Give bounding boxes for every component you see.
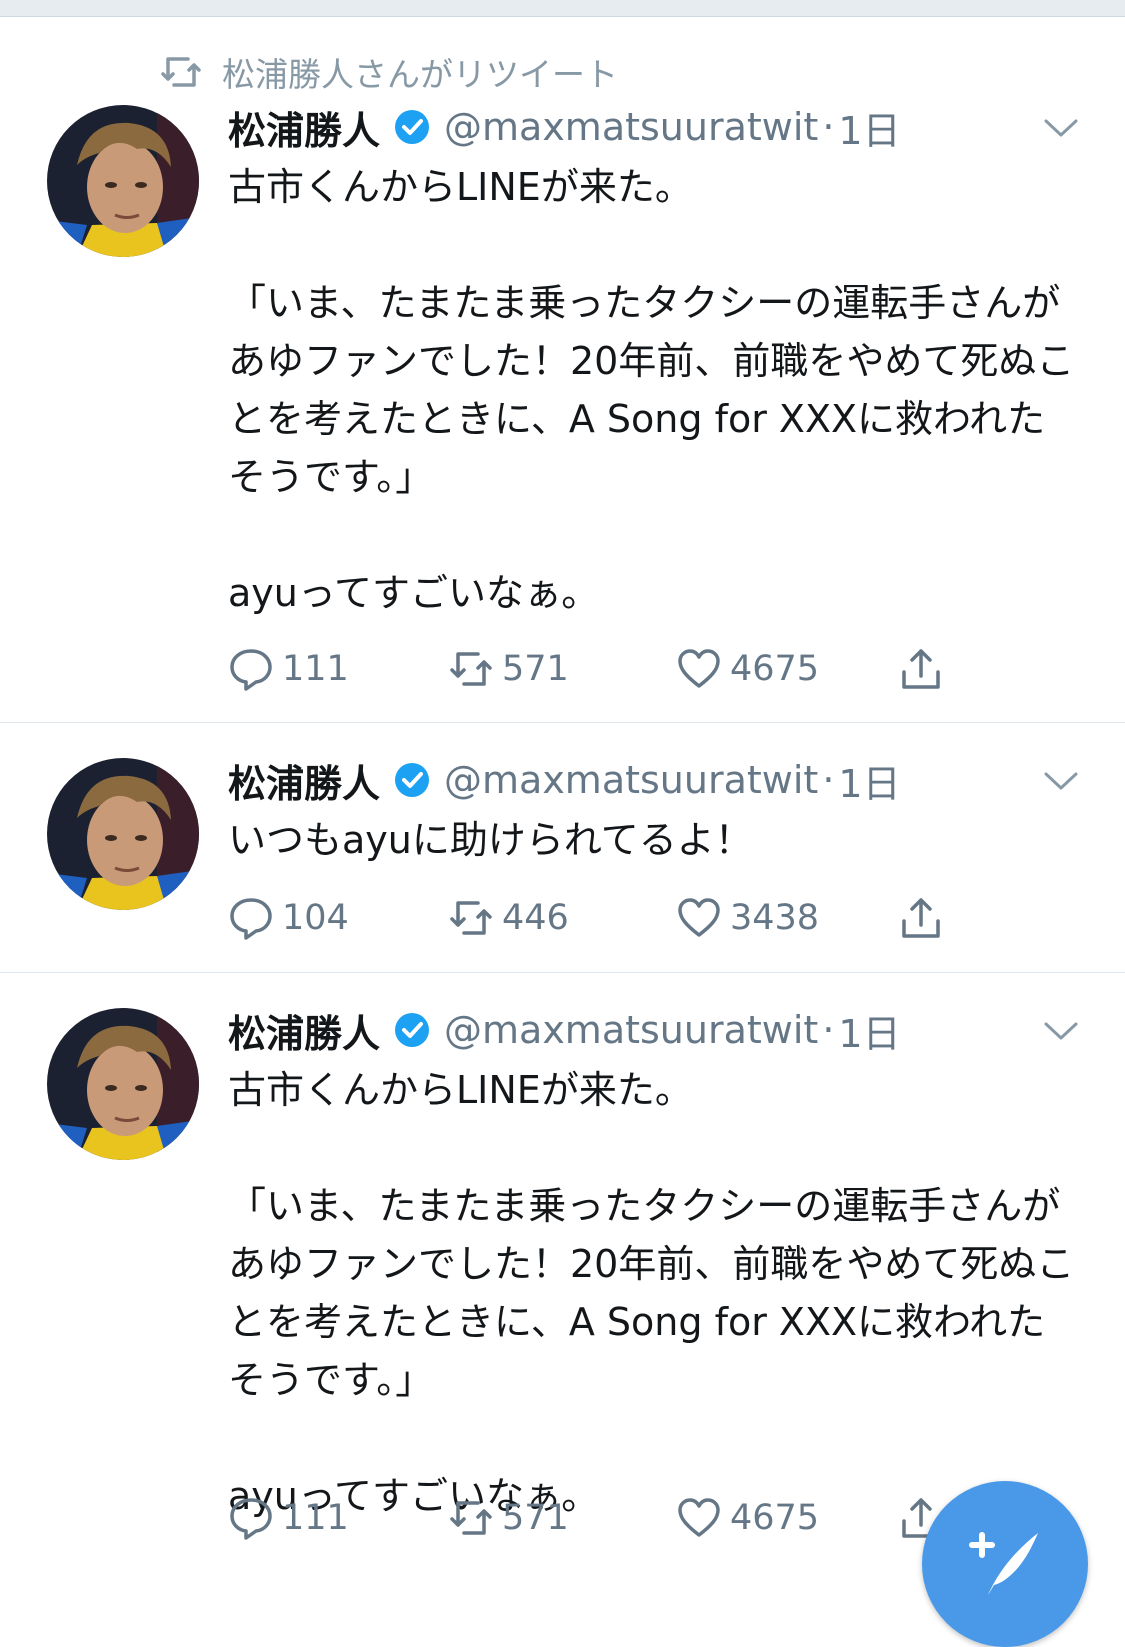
retweet-button[interactable]: 446 xyxy=(448,893,569,943)
tweet-text: いつもayuに助けられてるよ！ xyxy=(228,818,753,862)
timestamp[interactable]: 1日 xyxy=(838,100,900,155)
chevron-down-icon[interactable] xyxy=(1043,769,1079,793)
retweet-icon xyxy=(161,57,201,87)
verified-badge-icon xyxy=(395,1013,430,1047)
display-name[interactable]: 松浦勝人 xyxy=(228,753,380,808)
reply-count: 111 xyxy=(282,649,349,689)
display-name[interactable]: 松浦勝人 xyxy=(228,100,380,155)
like-count: 4675 xyxy=(730,1498,820,1538)
display-name[interactable]: 松浦勝人 xyxy=(228,1003,380,1058)
retweet-icon xyxy=(450,1501,492,1535)
retweet-count: 446 xyxy=(502,898,569,938)
share-icon xyxy=(902,649,940,689)
tweet-header: 松浦勝人 @maxmatsuuratwit · 1日 xyxy=(228,1003,901,1058)
tweet-actions: 104 446 3438 xyxy=(228,893,968,943)
chevron-down-icon[interactable] xyxy=(1043,1019,1079,1043)
compose-tweet-icon xyxy=(969,1532,1038,1595)
separator-dot: · xyxy=(822,105,835,149)
separator-dot: · xyxy=(822,1008,835,1052)
heart-icon xyxy=(678,898,720,937)
retweet-count: 571 xyxy=(502,1498,569,1538)
reply-button[interactable]: 111 xyxy=(228,644,349,694)
tweet-header: 松浦勝人 @maxmatsuuratwit · 1日 xyxy=(228,100,901,155)
handle[interactable]: @maxmatsuuratwit xyxy=(444,758,818,802)
reply-count: 111 xyxy=(282,1498,349,1538)
reply-icon xyxy=(230,1498,272,1540)
avatar[interactable] xyxy=(47,1008,199,1160)
like-button[interactable]: 4675 xyxy=(676,1493,819,1543)
retweet-context: 松浦勝人さんがリツイート xyxy=(160,52,618,94)
like-count: 4675 xyxy=(730,649,820,689)
handle[interactable]: @maxmatsuuratwit xyxy=(444,105,818,149)
handle[interactable]: @maxmatsuuratwit xyxy=(444,1008,818,1052)
tweet-header: 松浦勝人 @maxmatsuuratwit · 1日 xyxy=(228,753,901,808)
like-button[interactable]: 3438 xyxy=(676,893,819,943)
retweet-icon xyxy=(450,901,492,935)
retweet-context-label: 松浦勝人さんがリツイート xyxy=(222,55,618,94)
like-button[interactable]: 4675 xyxy=(676,644,819,694)
retweet-button[interactable]: 571 xyxy=(448,644,569,694)
timestamp[interactable]: 1日 xyxy=(838,1003,900,1058)
reply-icon xyxy=(230,898,272,940)
verified-badge-icon xyxy=(395,110,430,144)
verified-badge-icon xyxy=(395,763,430,797)
tweet-text: 古市くんからLINEが来た。 「いま、たまたま乗ったタクシーの運転手さんがあゆフ… xyxy=(228,1068,1075,1518)
heart-icon xyxy=(678,649,720,688)
tweet-actions: 111 571 4675 xyxy=(228,644,968,694)
avatar[interactable] xyxy=(47,758,199,910)
reply-icon xyxy=(230,649,272,691)
share-icon xyxy=(902,898,940,938)
avatar[interactable] xyxy=(47,105,199,257)
heart-icon xyxy=(678,1498,720,1537)
tweet-text: 古市くんからLINEが来た。 「いま、たまたま乗ったタクシーの運転手さんがあゆフ… xyxy=(228,165,1075,615)
retweet-button[interactable]: 571 xyxy=(448,1493,569,1543)
tweet-actions: 111 571 4675 xyxy=(228,1493,968,1543)
like-count: 3438 xyxy=(730,898,820,938)
chevron-down-icon[interactable] xyxy=(1043,116,1079,140)
separator-dot: · xyxy=(822,758,835,802)
share-button[interactable] xyxy=(898,893,952,943)
reply-count: 104 xyxy=(282,898,349,938)
reply-button[interactable]: 111 xyxy=(228,1493,349,1543)
timestamp[interactable]: 1日 xyxy=(838,753,900,808)
tweet-2[interactable]: 松浦勝人 @maxmatsuuratwit · 1日 いつもayuに助けられてる… xyxy=(0,723,1125,972)
tweet-1[interactable]: 松浦勝人さんがリツイート 松浦勝人 @maxmatsuuratwit · 1日 … xyxy=(0,0,1125,722)
share-button[interactable] xyxy=(898,644,952,694)
retweet-count: 571 xyxy=(502,649,569,689)
retweet-icon xyxy=(450,652,492,686)
reply-button[interactable]: 104 xyxy=(228,893,349,943)
compose-tweet-button[interactable] xyxy=(922,1481,1088,1647)
